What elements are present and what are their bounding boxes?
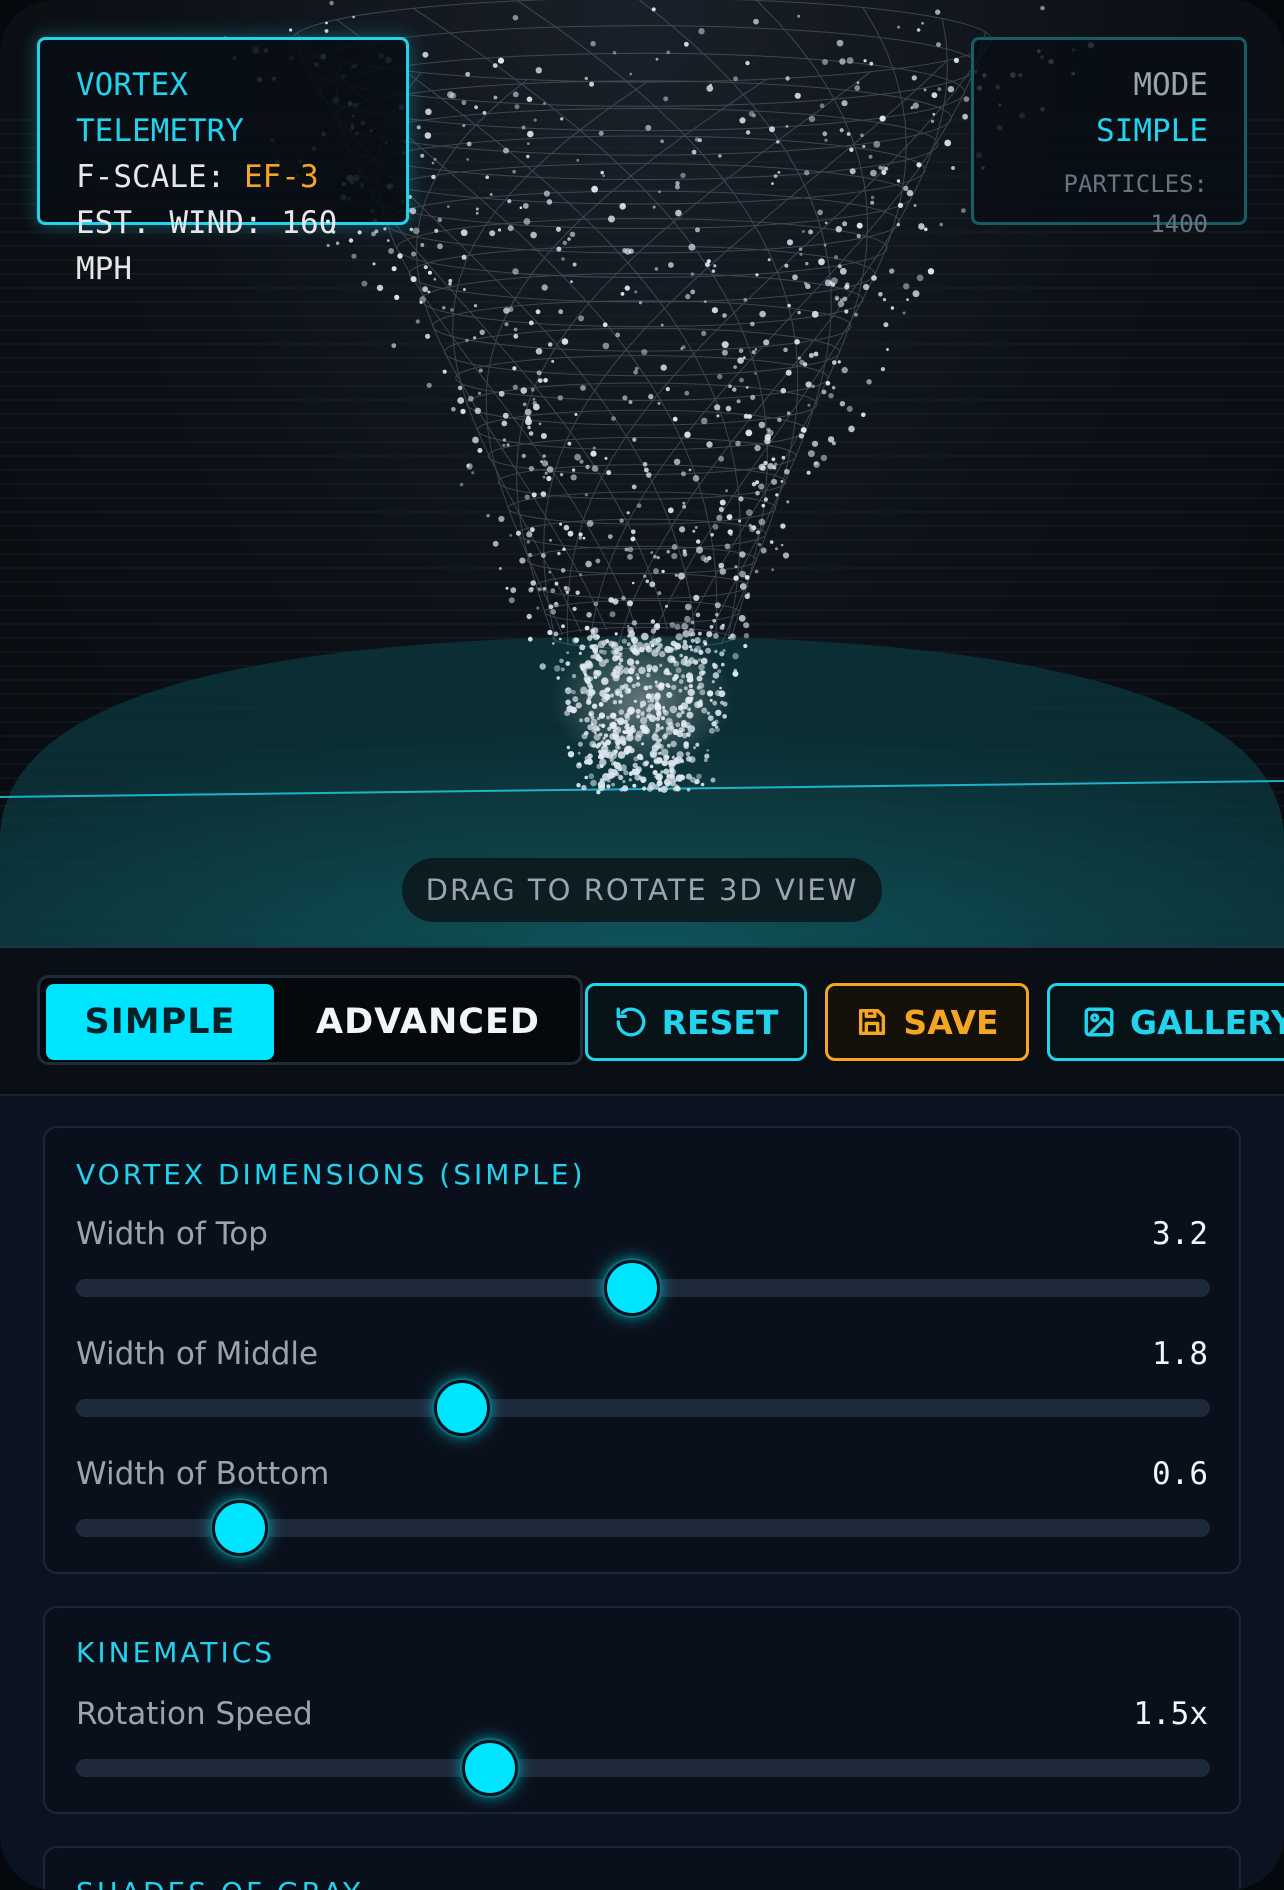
slider-label-bottom-width: Width of Bottom xyxy=(76,1456,330,1492)
vortex-3d-viewport[interactable]: VORTEX TELEMETRY F-SCALE: EF-3 EST. WIND… xyxy=(0,0,1284,946)
slider-label-rotation-speed: Rotation Speed xyxy=(76,1696,313,1732)
mode-panel: MODE SIMPLE PARTICLES: 1400 xyxy=(971,37,1247,238)
toolbar: SIMPLE ADVANCED RESET SAVE GALLERY xyxy=(0,946,1284,1096)
rotation-speed-slider[interactable] xyxy=(76,1740,1210,1796)
gallery-icon xyxy=(1084,1007,1114,1037)
middle-width-slider[interactable] xyxy=(76,1380,1210,1436)
telemetry-panel: VORTEX TELEMETRY F-SCALE: EF-3 EST. WIND… xyxy=(37,37,409,287)
gallery-label: GALLERY xyxy=(1130,1002,1284,1042)
advanced-mode-button[interactable]: ADVANCED xyxy=(280,984,576,1060)
fscale-label: F-SCALE: xyxy=(76,159,244,195)
slider-label-top-width: Width of Top xyxy=(76,1216,268,1252)
save-icon xyxy=(859,1008,886,1036)
reset-button[interactable]: RESET xyxy=(585,983,807,1061)
shades-of-gray-panel: SHADES OF GRAY xyxy=(43,1846,1241,1890)
telemetry-title: VORTEX TELEMETRY xyxy=(76,67,244,149)
fscale-row: F-SCALE: EF-3 xyxy=(76,154,370,200)
gallery-button[interactable]: GALLERY xyxy=(1047,983,1284,1061)
simple-mode-button[interactable]: SIMPLE xyxy=(46,984,274,1060)
mode-value: SIMPLE xyxy=(1096,113,1208,149)
mode-label: MODE xyxy=(1133,67,1208,103)
slider-thumb[interactable] xyxy=(433,1380,490,1436)
reset-icon xyxy=(616,1007,646,1037)
slider-value-middle-width: 1.8 xyxy=(1152,1336,1208,1372)
reset-label: RESET xyxy=(661,1002,779,1042)
save-button[interactable]: SAVE xyxy=(825,983,1029,1061)
drag-hint: DRAG TO ROTATE 3D VIEW xyxy=(402,858,882,922)
bottom-width-slider[interactable] xyxy=(76,1500,1210,1556)
slider-value-rotation-speed: 1.5x xyxy=(1133,1696,1208,1732)
slider-value-bottom-width: 0.6 xyxy=(1152,1456,1208,1492)
mode-toggle: SIMPLE ADVANCED xyxy=(37,975,583,1065)
kinematics-panel: KINEMATICS Rotation Speed 1.5x xyxy=(43,1606,1241,1814)
top-width-slider[interactable] xyxy=(76,1260,1210,1316)
panel-title: SHADES OF GRAY xyxy=(76,1876,363,1890)
slider-thumb[interactable] xyxy=(603,1260,660,1316)
panel-title: KINEMATICS xyxy=(76,1636,276,1669)
panel-title: VORTEX DIMENSIONS (SIMPLE) xyxy=(76,1158,586,1191)
slider-value-top-width: 3.2 xyxy=(1152,1216,1208,1252)
app-screen: VORTEX TELEMETRY F-SCALE: EF-3 EST. WIND… xyxy=(0,0,1284,1890)
slider-label-middle-width: Width of Middle xyxy=(76,1336,319,1372)
slider-thumb[interactable] xyxy=(212,1500,269,1556)
save-label: SAVE xyxy=(903,1002,999,1042)
fscale-value: EF-3 xyxy=(243,159,319,195)
wind-estimate: EST. WIND: 160 MPH xyxy=(76,205,338,287)
vortex-dimensions-panel: VORTEX DIMENSIONS (SIMPLE) Width of Top … xyxy=(43,1126,1241,1574)
slider-thumb[interactable] xyxy=(461,1740,518,1796)
particle-count: PARTICLES: 1400 xyxy=(1063,170,1209,238)
